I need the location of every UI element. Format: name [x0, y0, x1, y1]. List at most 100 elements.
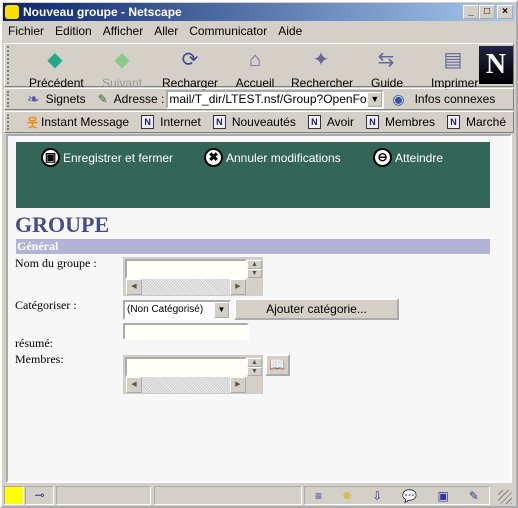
scroll-down-icon[interactable]: ▼ [247, 269, 262, 278]
print-button[interactable]: ▤ Imprimer [431, 46, 478, 90]
horizontal-scrollbar[interactable] [126, 279, 246, 295]
reload-button[interactable]: ⟳ Recharger [161, 46, 219, 90]
group-name-label: Nom du groupe : [15, 256, 97, 270]
netscape-page-icon: N [307, 115, 321, 129]
address-book-button[interactable]: 📖 [265, 354, 290, 376]
netscape-logo[interactable]: N [479, 46, 513, 84]
search-flashlight-icon: ✦ [312, 49, 330, 71]
goto-action[interactable]: ⊖ Atteindre [373, 148, 443, 167]
members-field[interactable]: ▲ ▼ ◀ ▶ [123, 355, 263, 394]
summary-label: résumé: [15, 336, 53, 350]
aim-running-man-icon: 웃 [27, 115, 39, 130]
link-nouveautes[interactable]: Nouveautés [232, 115, 296, 129]
menu-edition[interactable]: Edition [55, 23, 92, 40]
location-pin-icon: ✎ [97, 92, 108, 106]
goto-signpost-icon: ⊖ [373, 148, 392, 167]
cancel-x-icon: ✖ [204, 148, 223, 167]
toolbar-grip[interactable] [7, 114, 11, 130]
status-progress [56, 486, 151, 505]
maximize-button[interactable]: □ [479, 5, 495, 19]
minimize-button[interactable]: _ [463, 5, 479, 19]
menu-aide[interactable]: Aide [278, 23, 302, 40]
address-field[interactable]: mail/T_dir/LTEST.nsf/Group?OpenForm ▼ [166, 89, 385, 109]
link-avoir[interactable]: Avoir [327, 115, 354, 129]
save-close-label[interactable]: Enregistrer et fermer [63, 151, 173, 165]
close-button[interactable]: × [497, 5, 513, 19]
navigation-toolbar: ◆ Précédent ◆ Suivant ⟳ Recharger ⌂ Accueil … [4, 43, 514, 90]
category-select[interactable]: (Non Catégorisé) ▼ [123, 300, 231, 320]
scroll-up-icon[interactable]: ▲ [247, 358, 262, 367]
save-disk-icon: ▣ [41, 148, 60, 167]
netscape-page-icon: N [141, 115, 155, 129]
mail-inbox-icon[interactable]: ⇩ [372, 489, 382, 503]
status-text [154, 486, 302, 505]
menu-communicator[interactable]: Communicator [189, 23, 267, 40]
menu-aller[interactable]: Aller [154, 23, 178, 40]
address-url[interactable]: mail/T_dir/LTEST.nsf/Group?OpenForm [168, 92, 367, 107]
related-button[interactable]: Infos connexes [415, 92, 496, 106]
toolbar-grip[interactable] [7, 91, 11, 107]
category-value[interactable]: (Non Catégorisé) [125, 302, 214, 318]
resize-grip[interactable] [498, 490, 512, 504]
bookmarks-button[interactable]: Signets [46, 92, 86, 106]
netscape-page-icon: N [212, 115, 226, 129]
action-bar: ▣ Enregistrer et fermer ✖ Annuler modifica… [16, 142, 490, 208]
scroll-left-icon[interactable]: ◀ [126, 377, 142, 393]
horizontal-scrollbar[interactable] [126, 377, 246, 393]
link-marche[interactable]: Marché [466, 115, 506, 129]
scroll-right-icon[interactable]: ▶ [230, 279, 246, 295]
guide-button[interactable]: ⇆ Guide [371, 46, 403, 90]
grip-icon[interactable]: ≡ [315, 489, 322, 503]
home-icon: ⌂ [248, 49, 262, 71]
page-content: ▣ Enregistrer et fermer ✖ Annuler modifica… [6, 134, 512, 483]
group-name-field[interactable]: ▲ ▼ ◀ ▶ [123, 257, 263, 296]
search-button[interactable]: ✦ Rechercher [291, 46, 353, 90]
save-close-action[interactable]: ▣ Enregistrer et fermer [41, 148, 173, 167]
new-category-input[interactable] [123, 323, 249, 340]
cancel-action[interactable]: ✖ Annuler modifications [204, 148, 341, 167]
add-category-button[interactable]: Ajouter catégorie... [234, 298, 399, 320]
scroll-down-icon[interactable]: ▼ [247, 367, 262, 376]
back-button[interactable]: ◆ Précédent [29, 46, 84, 90]
cancel-label[interactable]: Annuler modifications [226, 151, 341, 165]
address-dropdown-icon[interactable]: ▼ [367, 91, 383, 107]
menu-afficher[interactable]: Afficher [103, 23, 143, 40]
signpost-icon: ⇆ [377, 49, 395, 71]
online-plug-icon[interactable]: ⊸ [25, 486, 54, 505]
personal-toolbar: 웃 Instant Message N Internet N Nouveautés … [4, 111, 514, 133]
address-book-icon: 📖 [269, 357, 286, 372]
bookmarks-icon: ❧ [27, 91, 40, 108]
netscape-app-icon [5, 5, 19, 19]
members-label: Membres: [15, 352, 64, 366]
forward-arrow-icon: ◆ [114, 49, 130, 71]
reload-icon: ⟳ [181, 49, 199, 71]
chevron-down-icon[interactable]: ▼ [214, 302, 229, 318]
scroll-up-icon[interactable]: ▲ [247, 260, 262, 269]
related-globe-icon: ◉ [392, 90, 405, 107]
goto-label[interactable]: Atteindre [395, 151, 443, 165]
discussion-icon[interactable]: 💬 [402, 489, 417, 503]
toolbar-grip[interactable] [7, 46, 11, 84]
scroll-right-icon[interactable]: ▶ [230, 377, 246, 393]
home-button[interactable]: ⌂ Accueil [233, 46, 277, 90]
back-arrow-icon: ◆ [47, 49, 63, 71]
group-name-input[interactable] [125, 259, 247, 279]
title-bar: Nouveau groupe - Netscape [3, 3, 515, 21]
link-instant-message[interactable]: Instant Message [41, 115, 129, 129]
members-input[interactable] [125, 357, 247, 377]
categorize-label: Catégoriser : [15, 298, 77, 312]
address-label: Adresse : [113, 92, 165, 106]
netscape-page-icon: N [365, 115, 379, 129]
composer-icon[interactable]: ▣ [437, 489, 448, 503]
link-internet[interactable]: Internet [160, 115, 201, 129]
composer-pen-icon[interactable]: ✎ [469, 489, 479, 503]
menu-fichier[interactable]: Fichier [8, 23, 44, 40]
forward-button[interactable]: ◆ Suivant [101, 46, 143, 90]
link-membres[interactable]: Membres [385, 115, 435, 129]
scroll-left-icon[interactable]: ◀ [126, 279, 142, 295]
security-lock-icon[interactable] [4, 486, 24, 505]
printer-icon: ▤ [443, 49, 463, 71]
netscape-page-icon: N [447, 115, 460, 129]
navigator-wheel-icon[interactable]: ✵ [342, 489, 352, 503]
section-header: Général [16, 239, 490, 254]
